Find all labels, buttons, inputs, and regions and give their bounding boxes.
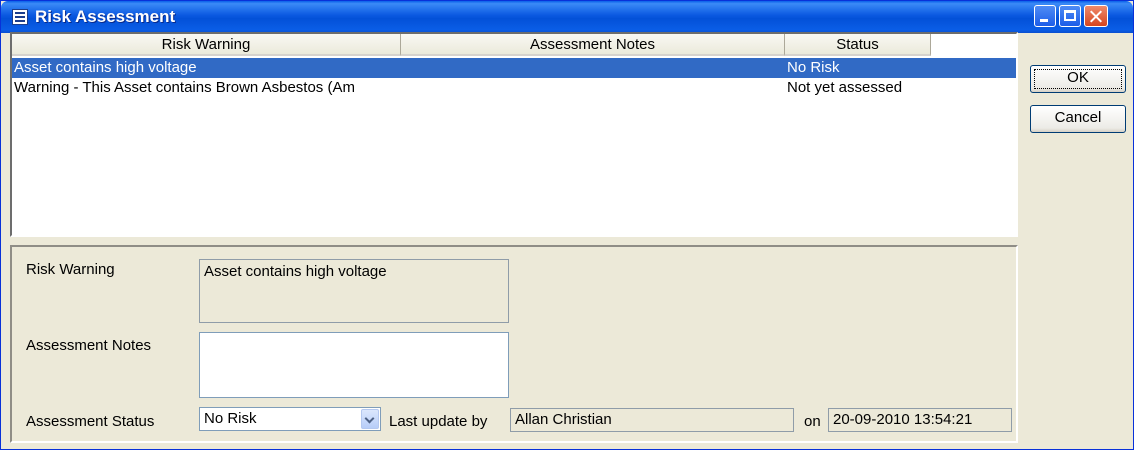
- cancel-button[interactable]: Cancel: [1030, 105, 1126, 133]
- detail-panel: Risk Warning Asset contains high voltage…: [10, 245, 1018, 443]
- minimize-button[interactable]: [1034, 5, 1056, 27]
- cell-status: No Risk: [787, 59, 840, 76]
- risk-list-view[interactable]: Risk Warning Assessment Notes Status Ass…: [10, 32, 1018, 237]
- close-button[interactable]: [1084, 5, 1108, 27]
- window-list-icon: [12, 9, 28, 25]
- column-header-risk-warning[interactable]: Risk Warning: [12, 34, 401, 56]
- assessment-status-value: No Risk: [204, 410, 257, 427]
- chevron-down-icon[interactable]: [361, 409, 379, 429]
- ok-button[interactable]: OK: [1030, 65, 1126, 93]
- last-update-field: Allan Christian: [510, 408, 794, 432]
- list-rows: Asset contains high voltage No Risk Warnin…: [12, 58, 1016, 98]
- list-header: Risk Warning Assessment Notes Status: [12, 34, 1016, 56]
- assessment-notes-label: Assessment Notes: [26, 337, 152, 354]
- list-row[interactable]: Asset contains high voltage No Risk: [12, 58, 1016, 78]
- assessment-notes-field[interactable]: [199, 332, 509, 398]
- column-header-empty: [931, 34, 1016, 56]
- risk-warning-field: Asset contains high voltage: [199, 259, 509, 323]
- assessment-status-select[interactable]: No Risk: [199, 407, 381, 431]
- title-bar[interactable]: Risk Assessment: [1, 1, 1133, 33]
- risk-warning-label: Risk Warning: [26, 261, 115, 278]
- window-title: Risk Assessment: [35, 7, 176, 26]
- maximize-button[interactable]: [1059, 5, 1081, 27]
- cell-status: Not yet assessed: [787, 79, 903, 96]
- list-row[interactable]: Warning - This Asset contains Brown Asbe…: [12, 78, 1016, 98]
- column-header-status[interactable]: Status: [785, 34, 931, 56]
- last-update-date-field: 20-09-2010 13:54:21: [828, 408, 1012, 432]
- on-label: on: [804, 413, 821, 430]
- column-header-assessment-notes[interactable]: Assessment Notes: [401, 34, 785, 56]
- assessment-status-label: Assessment Status: [26, 413, 155, 430]
- cell-risk-warning: Warning - This Asset contains Brown Asbe…: [14, 79, 355, 96]
- risk-assessment-window: Risk Assessment Risk Warning Assessment …: [0, 0, 1134, 450]
- last-update-label: Last update by: [389, 413, 488, 430]
- cell-risk-warning: Asset contains high voltage: [14, 59, 197, 76]
